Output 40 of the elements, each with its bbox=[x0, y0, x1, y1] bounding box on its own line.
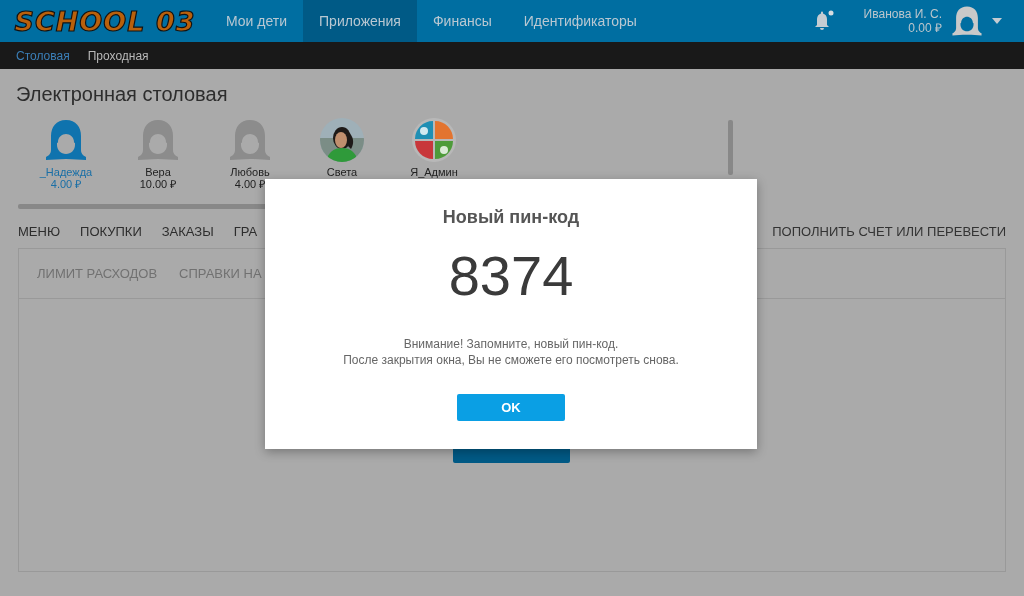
tab[interactable]: МЕНЮ bbox=[18, 223, 61, 239]
tab[interactable]: ГРА bbox=[233, 223, 258, 239]
person-icon bbox=[138, 118, 178, 162]
nav-tab[interactable]: Финансы bbox=[416, 0, 508, 42]
nav-tab[interactable]: Мои дети bbox=[210, 0, 304, 42]
nav-tab[interactable]: Приложения bbox=[303, 0, 417, 42]
person-card[interactable]: Вера 10.00 ₽ bbox=[112, 116, 204, 190]
user-balance: 0.00 ₽ bbox=[908, 21, 942, 35]
dialog-message: Внимание! Запомните, новый пин-код. bbox=[403, 336, 619, 352]
person-name: Вера bbox=[145, 166, 171, 178]
person-balance: 4.00 ₽ bbox=[234, 178, 266, 190]
apps-icon bbox=[412, 118, 456, 162]
person-name: Света bbox=[326, 166, 358, 178]
person-name: Любовь bbox=[230, 166, 270, 178]
person-name: Я_Админ bbox=[410, 166, 458, 178]
subnav-link[interactable]: Проходная bbox=[87, 48, 149, 63]
ok-button[interactable]: OK bbox=[457, 394, 565, 421]
logo: SCHOOL 03 bbox=[13, 4, 197, 39]
caret-icon[interactable] bbox=[992, 18, 1002, 24]
person-icon bbox=[230, 118, 270, 162]
person-name: _Надежда bbox=[39, 166, 93, 178]
person-card[interactable]: Света bbox=[296, 116, 388, 190]
person-card[interactable]: Я_Админ bbox=[388, 116, 480, 190]
scrollbar[interactable] bbox=[728, 120, 733, 175]
tab[interactable]: ПОКУПКИ bbox=[80, 223, 142, 239]
top-up-link[interactable]: ПОПОЛНИТЬ СЧЕТ ИЛИ ПЕРЕВЕСТИ bbox=[772, 223, 1006, 239]
pin-code: 8374 bbox=[448, 246, 574, 306]
dialog-title: Новый пин-код bbox=[442, 207, 580, 228]
user-name: Иванова И. С. bbox=[863, 7, 942, 21]
dialog-message: После закрытия окна, Вы не сможете его посмотреть снова. bbox=[343, 352, 679, 368]
scrollbar[interactable] bbox=[18, 204, 268, 209]
person-card[interactable]: Любовь 4.00 ₽ bbox=[204, 116, 296, 190]
person-icon bbox=[46, 118, 86, 162]
person-balance: 10.00 ₽ bbox=[139, 178, 177, 190]
nav-tab[interactable]: Идентификаторы bbox=[507, 0, 653, 42]
page-title: Электронная столовая bbox=[15, 82, 229, 106]
subnav-link[interactable]: Столовая bbox=[16, 48, 70, 63]
tab[interactable]: ЗАКАЗЫ bbox=[161, 223, 214, 239]
user-avatar-icon[interactable] bbox=[952, 5, 982, 37]
person-balance: 4.00 ₽ bbox=[50, 178, 82, 190]
